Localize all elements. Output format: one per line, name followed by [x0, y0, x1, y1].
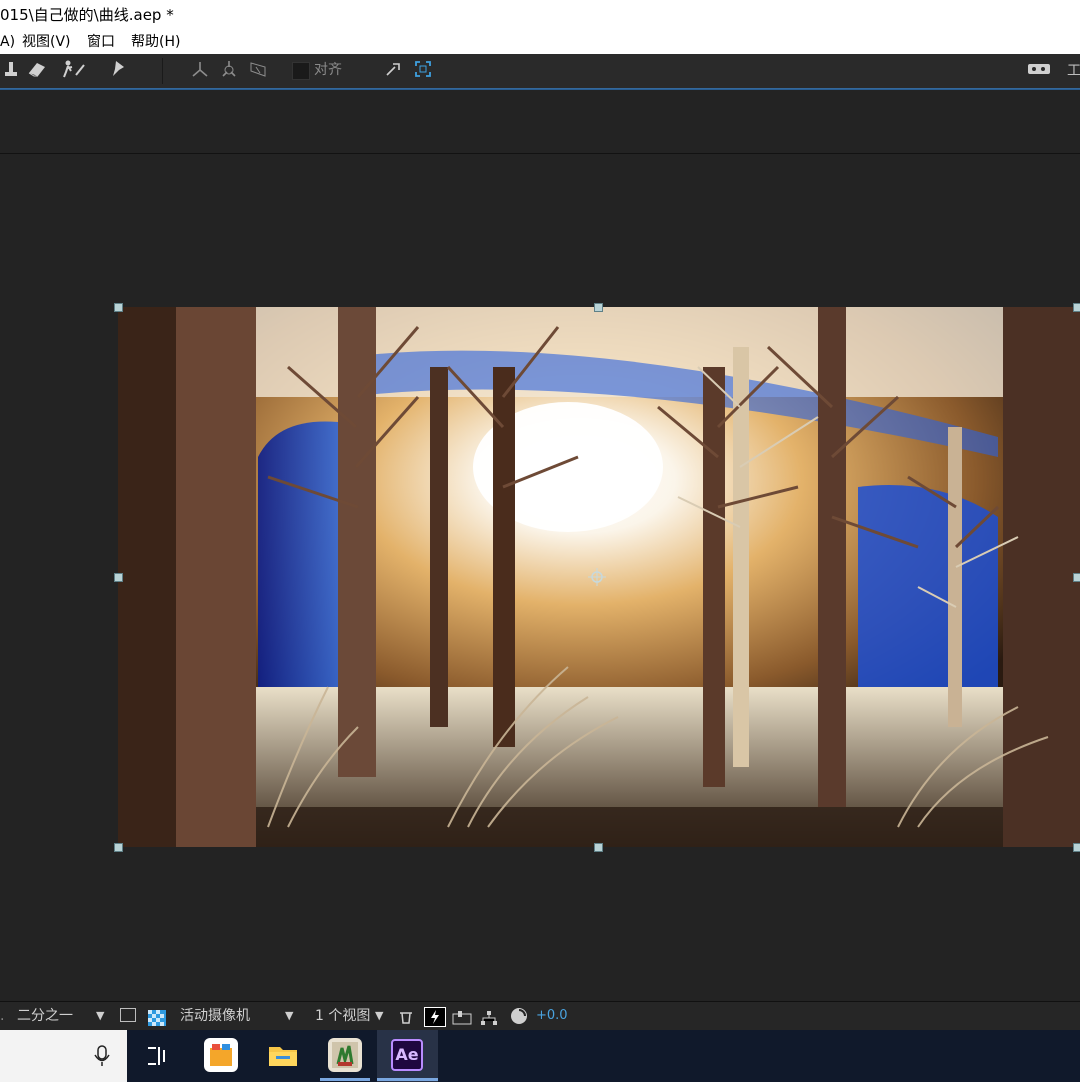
camera-select[interactable]: 活动摄像机: [180, 1002, 250, 1030]
windows-taskbar: Ae: [0, 1030, 1080, 1082]
transparency-grid-icon[interactable]: [148, 1008, 166, 1026]
reset-exposure-icon[interactable]: [510, 1007, 528, 1025]
pixel-aspect-icon[interactable]: [398, 1008, 414, 1024]
menu-item-view[interactable]: 视图(V): [22, 30, 71, 54]
align-checkbox[interactable]: [292, 62, 310, 80]
axis-world-icon[interactable]: [217, 59, 241, 83]
align-label: 对齐: [314, 62, 342, 78]
menu-item-animation[interactable]: A): [0, 30, 15, 54]
anchor-point-icon[interactable]: [588, 568, 606, 586]
workspace-icon[interactable]: [1027, 59, 1051, 83]
puppet-pin-icon[interactable]: [0, 59, 24, 83]
file-explorer-icon[interactable]: [266, 1038, 300, 1072]
viewer-options-bar: . 二分之一 ▼ 活动摄像机 ▼ 1 个视图 ▼ +0.0: [0, 1001, 1080, 1030]
roto-brush-icon[interactable]: [62, 59, 86, 83]
task-view-icon[interactable]: [146, 1044, 170, 1068]
transform-handle-top-left[interactable]: [114, 303, 123, 312]
workspace-label[interactable]: 工: [1062, 59, 1080, 83]
transform-handle-middle-left[interactable]: [114, 573, 123, 582]
plant-app-icon[interactable]: [328, 1038, 362, 1072]
axis-view-icon[interactable]: [246, 59, 270, 83]
menu-bar: A) 视图(V) 窗口 帮助(H): [0, 30, 1080, 54]
timeline-icon[interactable]: [452, 1008, 472, 1025]
store-icon[interactable]: [204, 1038, 238, 1072]
region-of-interest-icon[interactable]: [120, 1008, 136, 1022]
transform-handle-bottom-left[interactable]: [114, 843, 123, 852]
composition-panel-header: [0, 90, 1080, 154]
resolution-dropdown-icon[interactable]: ▼: [96, 1002, 104, 1030]
axis-local-icon[interactable]: [188, 59, 212, 83]
mic-icon[interactable]: [92, 1044, 112, 1068]
transform-handle-middle-right[interactable]: [1073, 573, 1080, 582]
menu-item-window[interactable]: 窗口: [87, 30, 115, 54]
toolbar-separator: [162, 58, 163, 84]
plant-app-indicator: [320, 1078, 370, 1081]
eraser-icon[interactable]: [25, 59, 49, 83]
transform-handle-top-right[interactable]: [1073, 303, 1080, 312]
view-layout-dropdown-icon[interactable]: ▼: [375, 1002, 383, 1030]
after-effects-icon[interactable]: Ae: [391, 1039, 423, 1071]
transform-handle-bottom-center[interactable]: [594, 843, 603, 852]
after-effects-indicator: [377, 1078, 438, 1081]
fast-preview-icon[interactable]: [424, 1007, 446, 1027]
tools-toolbar: 工: [0, 54, 1080, 89]
exposure-value[interactable]: +0.0: [536, 1002, 568, 1030]
menu-item-help[interactable]: 帮助(H): [131, 30, 180, 54]
bar-left-dot: .: [0, 1008, 5, 1024]
pin-icon[interactable]: [105, 59, 129, 83]
transform-handle-bottom-right[interactable]: [1073, 843, 1080, 852]
flowchart-icon[interactable]: [480, 1008, 498, 1025]
snap-icon[interactable]: [381, 59, 405, 83]
fit-frame-icon[interactable]: [411, 59, 435, 83]
transform-handle-top-center[interactable]: [594, 303, 603, 312]
resolution-select[interactable]: 二分之一: [17, 1002, 73, 1030]
camera-dropdown-icon[interactable]: ▼: [285, 1002, 293, 1030]
view-layout-select[interactable]: 1 个视图: [315, 1002, 370, 1030]
window-title: 015\自己做的\曲线.aep *: [0, 6, 174, 24]
title-bar: 015\自己做的\曲线.aep *: [0, 0, 1080, 30]
